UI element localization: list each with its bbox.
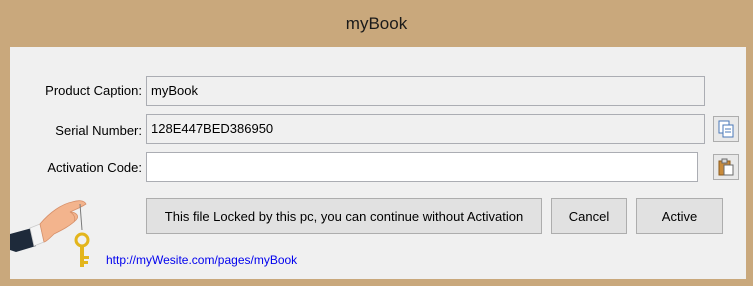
- active-button[interactable]: Active: [636, 198, 723, 234]
- product-caption-field[interactable]: myBook: [146, 76, 705, 106]
- activation-dialog: myBook Product Caption: myBook Serial Nu…: [0, 0, 753, 286]
- title-bar[interactable]: myBook: [0, 0, 753, 47]
- serial-number-label: Serial Number:: [55, 123, 142, 138]
- paste-icon: [718, 158, 734, 176]
- serial-number-field[interactable]: 128E447BED386950: [146, 114, 705, 144]
- copy-button[interactable]: [713, 116, 739, 142]
- cancel-button[interactable]: Cancel: [551, 198, 627, 234]
- continue-without-activation-button[interactable]: This file Locked by this pc, you can con…: [146, 198, 542, 234]
- paste-button[interactable]: [713, 154, 739, 180]
- copy-icon: [718, 120, 734, 138]
- product-caption-label: Product Caption:: [45, 83, 142, 98]
- dialog-body: Product Caption: myBook Serial Number: 1…: [10, 47, 746, 279]
- activation-code-input[interactable]: [146, 152, 698, 182]
- hand-holding-key-icon: [10, 200, 90, 267]
- window-title: myBook: [345, 13, 408, 33]
- website-link[interactable]: http://myWesite.com/pages/myBook: [106, 253, 297, 267]
- activation-code-label: Activation Code:: [47, 160, 142, 175]
